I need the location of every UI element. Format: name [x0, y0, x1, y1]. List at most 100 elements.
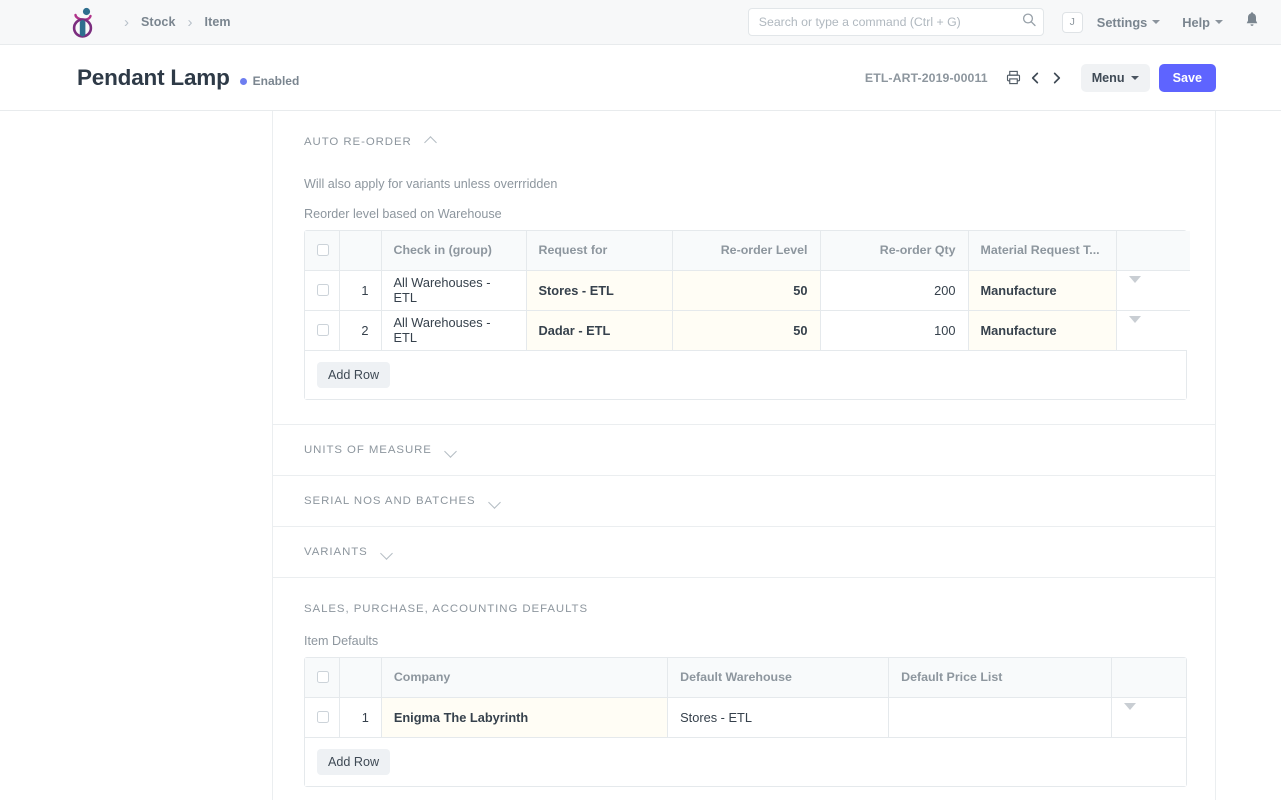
row-expand-cell [1116, 270, 1190, 310]
menu-button-label: Menu [1092, 71, 1125, 85]
row-select-cell [305, 270, 339, 310]
section-title-auto-re-order: Auto Re-order [304, 136, 412, 148]
right-sidebar [1216, 111, 1281, 800]
search-wrapper [748, 8, 1044, 36]
row-checkbox[interactable] [317, 284, 329, 296]
section-title-sales-purchase-accounting-defaults: Sales, Purchase, Accounting Defaults [304, 603, 588, 615]
table-header-row: Check in (group) Request for Re-order Le… [305, 231, 1190, 270]
row-checkbox[interactable] [317, 711, 329, 723]
item-defaults-grid-table: Company Default Warehouse Default Price … [305, 658, 1186, 737]
reorder-grid-table: Check in (group) Request for Re-order Le… [305, 231, 1190, 350]
row-index: 1 [339, 270, 381, 310]
avatar[interactable]: J [1062, 12, 1083, 33]
column-header-default-price-list[interactable]: Default Price List [889, 658, 1112, 697]
cell-company[interactable]: Enigma The Labyrinth [381, 697, 667, 737]
index-header [339, 231, 381, 270]
reorder-grid-header: Check in (group) Request for Re-order Le… [305, 231, 1190, 270]
section-header-variants[interactable]: Variants [304, 546, 1184, 558]
section-variants: Variants [273, 527, 1215, 577]
navbar-right-group: J Settings Help [748, 8, 1259, 36]
search-input[interactable] [748, 8, 1044, 36]
settings-menu[interactable]: Settings [1097, 15, 1160, 30]
chevron-down-icon[interactable] [445, 444, 457, 456]
breadcrumb-item-item[interactable]: Item [205, 15, 231, 29]
cell-request-for[interactable]: Dadar - ETL [526, 310, 672, 350]
column-header-re-order-qty[interactable]: Re-order Qty [820, 231, 968, 270]
chevron-down-icon [1215, 20, 1223, 24]
left-sidebar [0, 111, 273, 800]
page-header: Pendant Lamp Enabled ETL-ART-2019-00011 [0, 45, 1281, 111]
cell-re-order-qty[interactable]: 100 [820, 310, 968, 350]
breadcrumb-item-stock[interactable]: Stock [141, 15, 176, 29]
cell-default-price-list[interactable] [889, 697, 1112, 737]
chevron-up-icon[interactable] [425, 136, 437, 148]
chevron-down-icon[interactable] [489, 495, 501, 507]
section-header-serial-nos-and-batches[interactable]: Serial Nos and Batches [304, 495, 1184, 507]
chevron-right-icon[interactable] [1046, 71, 1067, 85]
section-header-auto-re-order[interactable]: Auto Re-order [304, 136, 1184, 148]
table-header-row: Company Default Warehouse Default Price … [305, 658, 1186, 697]
item-defaults-grid: Company Default Warehouse Default Price … [304, 657, 1187, 787]
cell-re-order-level[interactable]: 50 [672, 310, 820, 350]
page-body: Auto Re-order Will also apply for varian… [0, 111, 1281, 800]
reorder-level-field-label: Reorder level based on Warehouse [304, 207, 1184, 221]
section-title-serial-nos-and-batches: Serial Nos and Batches [304, 495, 476, 507]
chevron-left-icon[interactable] [1025, 71, 1046, 85]
auto-re-order-helper-text: Will also apply for variants unless over… [304, 177, 1184, 191]
cell-material-request-type[interactable]: Manufacture [968, 270, 1116, 310]
select-all-header [305, 231, 339, 270]
status-badge: Enabled [240, 74, 300, 88]
save-button[interactable]: Save [1159, 64, 1216, 92]
item-defaults-grid-footer: Add Row [305, 737, 1186, 786]
select-all-checkbox[interactable] [317, 244, 329, 256]
row-checkbox[interactable] [317, 324, 329, 336]
table-row[interactable]: 2 All Warehouses - ETL Dadar - ETL 50 10… [305, 310, 1190, 350]
chevron-down-icon[interactable] [1124, 703, 1136, 725]
cell-re-order-qty[interactable]: 200 [820, 270, 968, 310]
table-row[interactable]: 1 Enigma The Labyrinth Stores - ETL [305, 697, 1186, 737]
cell-request-for[interactable]: Stores - ETL [526, 270, 672, 310]
table-row[interactable]: 1 All Warehouses - ETL Stores - ETL 50 2… [305, 270, 1190, 310]
chevron-down-icon[interactable] [1129, 276, 1141, 298]
document-id: ETL-ART-2019-00011 [865, 71, 988, 85]
row-index: 1 [339, 697, 381, 737]
reorder-grid: Check in (group) Request for Re-order Le… [304, 230, 1187, 400]
section-units-of-measure: Units of Measure [273, 425, 1215, 475]
row-expand-cell [1112, 697, 1186, 737]
top-navbar: › Stock › Item J Settings Help [0, 0, 1281, 45]
breadcrumb-separator-icon: › [176, 15, 205, 30]
chevron-down-icon[interactable] [1129, 316, 1141, 338]
section-header-sales-purchase-accounting-defaults[interactable]: Sales, Purchase, Accounting Defaults [304, 603, 1184, 615]
help-menu[interactable]: Help [1182, 15, 1223, 30]
column-header-request-for[interactable]: Request for [526, 231, 672, 270]
cell-re-order-level[interactable]: 50 [672, 270, 820, 310]
section-sales-purchase-accounting-defaults: Sales, Purchase, Accounting Defaults Ite… [273, 578, 1215, 800]
page-title: Pendant Lamp [77, 65, 230, 91]
index-header [339, 658, 381, 697]
column-header-material-request-type[interactable]: Material Request T... [968, 231, 1116, 270]
reorder-grid-footer: Add Row [305, 350, 1186, 399]
printer-icon[interactable] [1002, 70, 1025, 85]
help-label: Help [1182, 15, 1210, 30]
select-all-checkbox[interactable] [317, 671, 329, 683]
menu-button[interactable]: Menu [1081, 64, 1150, 92]
form-column: Auto Re-order Will also apply for varian… [273, 111, 1216, 800]
column-header-re-order-level[interactable]: Re-order Level [672, 231, 820, 270]
cell-check-in-group[interactable]: All Warehouses - ETL [381, 310, 526, 350]
item-defaults-field-label: Item Defaults [304, 634, 1184, 648]
section-header-units-of-measure[interactable]: Units of Measure [304, 444, 1184, 456]
select-all-header [305, 658, 339, 697]
column-header-company[interactable]: Company [381, 658, 667, 697]
add-row-button[interactable]: Add Row [317, 749, 390, 775]
cell-check-in-group[interactable]: All Warehouses - ETL [381, 270, 526, 310]
column-header-default-warehouse[interactable]: Default Warehouse [668, 658, 889, 697]
chevron-down-icon[interactable] [381, 546, 393, 558]
bell-icon[interactable] [1245, 12, 1259, 33]
frappe-people-logo-icon[interactable] [68, 6, 98, 38]
page-title-area: Pendant Lamp Enabled [77, 65, 299, 91]
item-defaults-grid-body: 1 Enigma The Labyrinth Stores - ETL [305, 697, 1186, 737]
cell-default-warehouse[interactable]: Stores - ETL [668, 697, 889, 737]
column-header-check-in-group[interactable]: Check in (group) [381, 231, 526, 270]
cell-material-request-type[interactable]: Manufacture [968, 310, 1116, 350]
add-row-button[interactable]: Add Row [317, 362, 390, 388]
